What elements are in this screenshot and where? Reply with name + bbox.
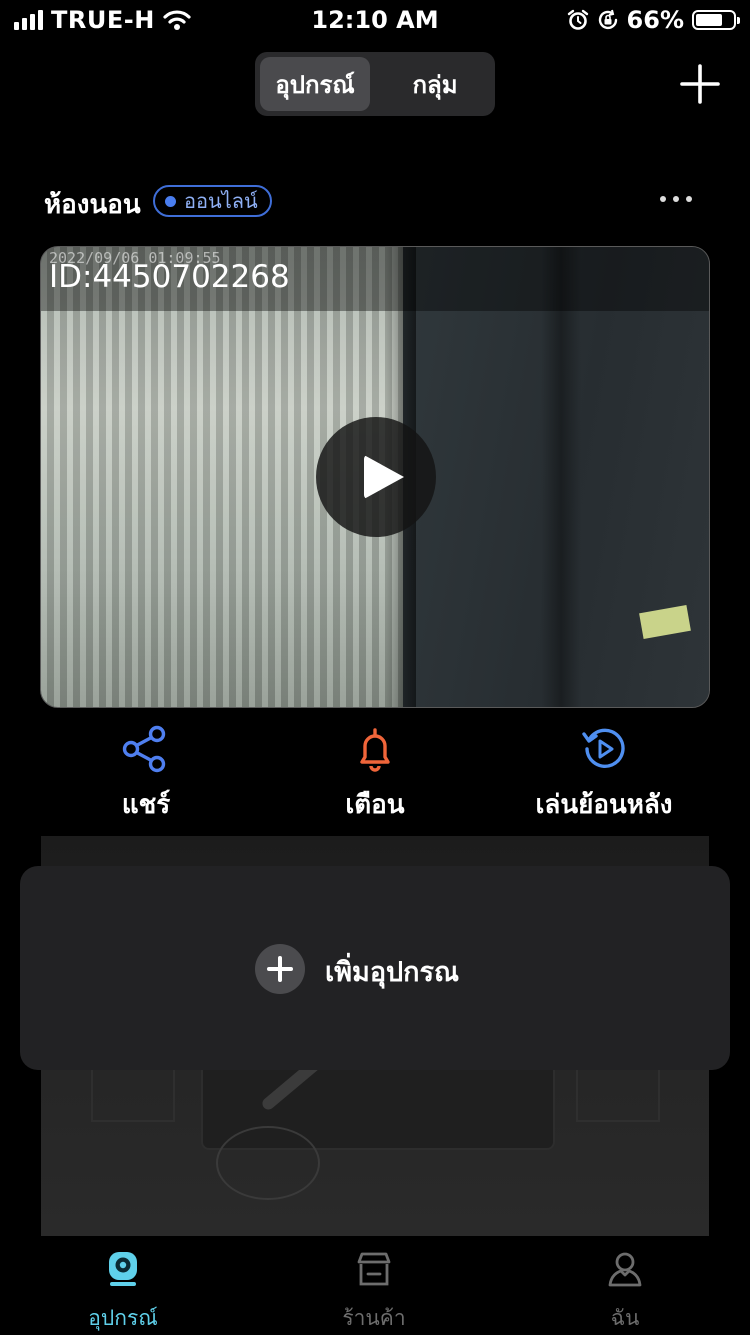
person-icon bbox=[608, 1252, 642, 1287]
more-dots-icon[interactable] bbox=[660, 196, 692, 202]
status-bar: TRUE-H 12:10 AM 66% bbox=[0, 0, 750, 40]
tab-me[interactable]: ฉัน bbox=[545, 1250, 705, 1335]
playback-button[interactable]: เล่นย้อนหลัง bbox=[484, 724, 724, 825]
tab-devices-label: อุปกรณ์ bbox=[88, 1306, 158, 1330]
tab-devices[interactable]: อุปกรณ์ bbox=[43, 1250, 203, 1335]
camera-id: ID:4450702268 bbox=[49, 259, 290, 295]
plus-circle-icon bbox=[255, 944, 305, 994]
battery-icon bbox=[692, 10, 740, 30]
device-actions: แชร์ เตือน เล่นย้อนหลัง bbox=[0, 724, 750, 834]
add-device-label: เพิ่มอุปกรณ bbox=[325, 957, 460, 988]
alert-button[interactable]: เตือน bbox=[255, 724, 495, 825]
online-status-label: ออนไลน์ bbox=[184, 189, 258, 213]
share-button[interactable]: แชร์ bbox=[26, 724, 266, 825]
add-device-card[interactable]: เพิ่มอุปกรณ bbox=[20, 866, 730, 1070]
device-name: ห้องนอน bbox=[44, 190, 141, 220]
bottom-tab-bar: อุปกรณ์ ร้านค้า ฉัน bbox=[0, 1236, 750, 1334]
play-icon[interactable] bbox=[316, 417, 436, 537]
alarm-icon bbox=[567, 9, 588, 30]
playback-label: เล่นย้อนหลัง bbox=[535, 790, 673, 820]
tab-store-label: ร้านค้า bbox=[342, 1306, 406, 1330]
online-status-badge: ออนไลน์ bbox=[153, 185, 272, 217]
tab-me-label: ฉัน bbox=[610, 1306, 640, 1330]
share-label: แชร์ bbox=[121, 790, 171, 820]
share-icon bbox=[122, 725, 166, 773]
online-dot-icon bbox=[165, 195, 176, 207]
store-icon bbox=[357, 1252, 391, 1286]
segment-devices[interactable]: อุปกรณ์ bbox=[260, 57, 370, 111]
rotation-lock-icon bbox=[598, 9, 617, 30]
bell-icon bbox=[360, 728, 390, 772]
segment-groups[interactable]: กลุ่ม bbox=[380, 57, 490, 111]
camera-preview[interactable]: 2022/09/06 01:09:55 ID:4450702268 bbox=[40, 246, 710, 708]
device-group-segmented-control: อุปกรณ์ กลุ่ม bbox=[255, 52, 495, 116]
alert-label: เตือน bbox=[345, 790, 405, 820]
tab-store[interactable]: ร้านค้า bbox=[294, 1250, 454, 1335]
replay-icon bbox=[582, 728, 625, 768]
camera-icon bbox=[109, 1252, 137, 1286]
battery-percent: 66% bbox=[626, 6, 684, 34]
add-icon[interactable] bbox=[680, 64, 720, 104]
